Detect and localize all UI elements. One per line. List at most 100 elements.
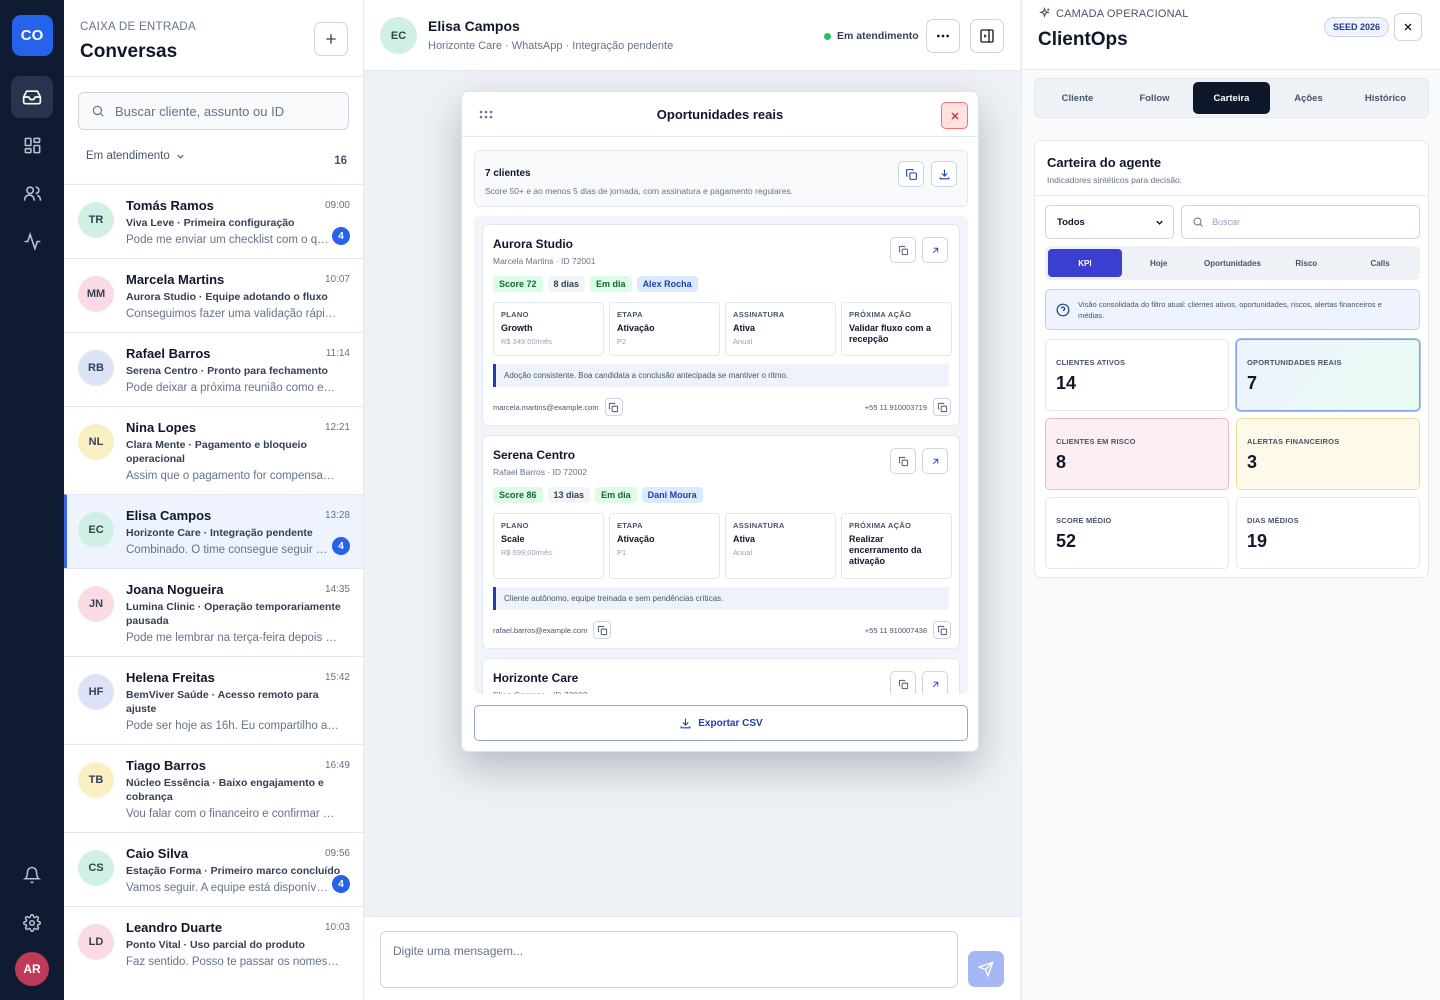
subtab-calls[interactable]: Calls [1343,249,1417,277]
open-client-button[interactable] [922,671,948,694]
contact-avatar: EC [78,512,114,548]
rail-activity-button[interactable] [11,220,53,262]
activity-icon [24,231,40,251]
copy-phone-button[interactable] [933,398,951,416]
panel-close-button[interactable] [1394,13,1422,41]
message-input[interactable]: Digite uma mensagem... [380,931,958,988]
conversation-time: 12:21 [324,422,350,433]
wallet-search-placeholder: Buscar [1212,217,1241,227]
info-cell: PRÓXIMA AÇÃO Validar fluxo com a recepção [841,302,952,356]
summary-title: 7 clientes [485,168,531,179]
chevron-down-icon [1156,220,1163,225]
conversation-item[interactable]: HF Helena Freitas 15:42 BemViver Saúde · Ac… [64,656,363,744]
conversation-item[interactable]: TR Tomás Ramos 09:00 Viva Leve · Primeira c… [64,184,363,258]
conversation-item[interactable]: TB Tiago Barros 16:49 Núcleo Essência · Bai… [64,744,363,832]
cell-value: Validar fluxo com a recepção [849,323,932,344]
modal-header: Oportunidades reais [462,92,978,137]
conversation-item[interactable]: RB Rafael Barros 11:14 Serena Centro · Pron… [64,332,363,406]
info-cell: ETAPA Ativação P1 [609,513,720,579]
tab-follow[interactable]: Follow [1116,82,1193,114]
message-placeholder: Digite uma mensagem... [393,944,524,958]
conversation-search-input[interactable]: Buscar cliente, assunto ou ID [78,92,349,130]
copy-phone-button[interactable] [933,621,951,639]
copy-client-button[interactable] [890,237,916,263]
client-subtitle: Marcela Martins · ID 72001 [493,256,596,266]
modal-title: Oportunidades reais [656,107,784,122]
tab-carteira[interactable]: Carteira [1193,82,1270,114]
wallet-filter-select[interactable]: Todos [1045,205,1174,239]
user-avatar[interactable]: AR [15,952,49,986]
contact-avatar: CS [78,850,114,886]
conversation-item[interactable]: EC Elisa Campos 13:28 Horizonte Care · Inte… [64,494,363,568]
owner-tag: Alex Rocha [636,276,698,292]
copy-icon [608,402,619,412]
cell-subvalue: P1 [617,548,627,557]
inbox-panel: CAIXA DE ENTRADA Conversas Buscar client… [64,0,364,1000]
wallet-filter-value: Todos [1057,216,1085,228]
rail-dashboard-button[interactable] [11,124,53,166]
cell-value: Ativa [733,534,756,544]
kpi-label: ALERTAS FINANCEIROS [1247,437,1340,446]
info-cell: PRÓXIMA AÇÃO Realizar encerramento da ati… [841,513,952,579]
wallet-search-input[interactable]: Buscar [1181,205,1420,239]
client-email: marcela.martins@example.com [493,398,623,416]
status-filter-dropdown[interactable]: Em atendimento [86,150,186,162]
kpi-label: DIAS MÉDIOS [1247,516,1299,525]
new-conversation-button[interactable] [314,22,348,56]
conversation-subtitle: Serena Centro · Pronto para fechamento [126,365,328,377]
kpi-label: CLIENTES EM RISCO [1056,437,1136,446]
wallet-subtabs: KPI Hoje Oportunidades Risco Calls [1045,246,1420,280]
copy-client-button[interactable] [890,671,916,694]
kpi-card[interactable]: OPORTUNIDADES REAIS 7 [1236,339,1420,411]
conversation-item[interactable]: NL Nina Lopes 12:21 Clara Mente · Pagamento… [64,406,363,494]
info-cell: PLANO Growth R$ 349,00/mês [493,302,604,356]
conversation-item[interactable]: MM Marcela Martins 10:07 Aurora Studio · Eq… [64,258,363,332]
subtab-oportunidades[interactable]: Oportunidades [1196,249,1270,277]
cell-subvalue: R$ 349,00/mês [501,337,552,346]
inbox-kicker: CAIXA DE ENTRADA [80,21,196,33]
toggle-panel-button[interactable] [970,19,1004,53]
inbox-icon [22,90,42,105]
conversation-time: 09:00 [324,200,350,211]
download-list-button[interactable] [931,161,957,187]
summary-description: Score 50+ e ao menos 5 dias de jornada, … [485,186,793,196]
copy-email-button[interactable] [604,398,623,416]
open-client-button[interactable] [922,237,948,263]
subtab-risco[interactable]: Risco [1269,249,1343,277]
conversation-subtitle: Estação Forma · Primeiro marco concluído [126,865,341,877]
subtab-kpi[interactable]: KPI [1048,249,1122,277]
send-button[interactable] [968,951,1004,987]
modal-close-button[interactable] [941,102,968,129]
copy-client-button[interactable] [890,448,916,474]
conversation-time: 10:07 [324,274,350,285]
rail-inbox-button[interactable] [11,76,53,118]
more-options-button[interactable] [926,19,960,53]
copy-email-button[interactable] [593,621,612,639]
kpi-card[interactable]: SCORE MÉDIO 52 [1045,497,1229,569]
email-text: rafael.barros@example.com [493,625,588,635]
tab-acoes[interactable]: Ações [1270,82,1347,114]
opportunity-card-list[interactable]: Aurora Studio Marcela Martins · ID 72001 S… [474,216,968,694]
conversation-item[interactable]: JN Joana Nogueira 14:35 Lumina Clinic · Ope… [64,568,363,656]
conversation-item[interactable]: CS Caio Silva 09:56 Estação Forma · Primeir… [64,832,363,906]
copy-list-button[interactable] [898,161,924,187]
client-note: Cliente autônomo, equipe treinada e sem … [493,587,949,610]
conversation-item[interactable]: LD Leandro Duarte 10:03 Ponto Vital · Uso p… [64,906,363,980]
export-csv-button[interactable]: Exportar CSV [474,705,968,741]
kpi-card[interactable]: ALERTAS FINANCEIROS 3 [1236,418,1420,490]
rail-settings-button[interactable] [11,902,53,944]
kpi-value: 52 [1056,531,1077,551]
kpi-card[interactable]: CLIENTES EM RISCO 8 [1045,418,1229,490]
client-phone: +55 11 910003719 [865,398,951,416]
score-tag: Score 86 [493,487,543,503]
kpi-card[interactable]: CLIENTES ATIVOS 14 [1045,339,1229,411]
rail-contacts-button[interactable] [11,172,53,214]
tab-historico[interactable]: Histórico [1347,82,1424,114]
tab-cliente[interactable]: Cliente [1039,82,1116,114]
kpi-card[interactable]: DIAS MÉDIOS 19 [1236,497,1420,569]
rail-notifications-button[interactable] [11,854,53,896]
status-indicator: Em atendimento [824,30,919,42]
open-client-button[interactable] [922,448,948,474]
panel-kicker: CAMADA OPERACIONAL [1038,7,1189,20]
subtab-hoje[interactable]: Hoje [1122,249,1196,277]
